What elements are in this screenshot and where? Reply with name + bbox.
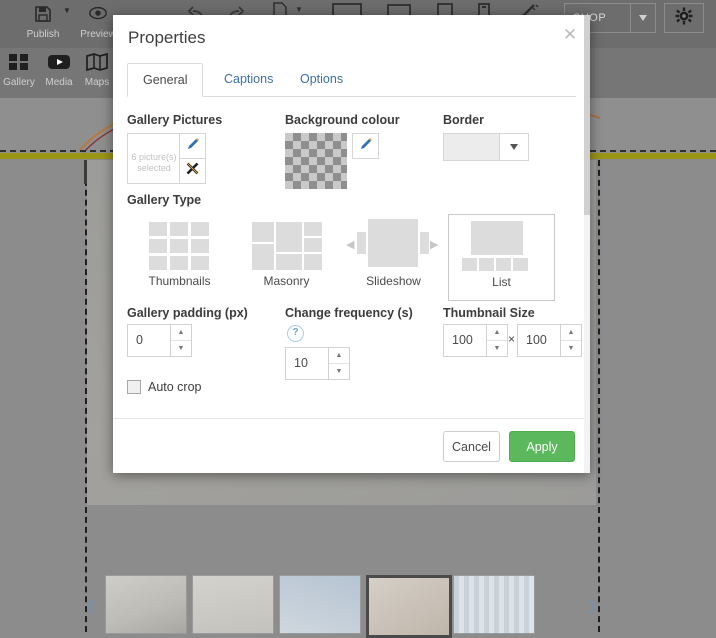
- chevron-left-icon[interactable]: ❮: [85, 597, 97, 614]
- caret-up-icon[interactable]: ▲: [487, 325, 507, 341]
- gallery-type-masonry[interactable]: Masonry: [234, 214, 339, 299]
- gallery-type-options: Thumbnails Masonry ◀ ▶ Slideshow List: [127, 214, 577, 301]
- caret-up-icon[interactable]: ▲: [171, 325, 191, 341]
- dialog-header: Properties ✕: [113, 15, 590, 63]
- question-mark-icon[interactable]: ?: [287, 325, 304, 342]
- thumbnail-size-label: Thumbnail Size: [443, 306, 535, 320]
- change-frequency-arrows: ▲ ▼: [328, 348, 349, 379]
- dialog-title: Properties: [128, 28, 206, 47]
- dialog-footer: Cancel Apply: [113, 418, 590, 473]
- slideshow-icon: ◀ ▶: [341, 214, 446, 274]
- caret-down-icon[interactable]: ▼: [487, 341, 507, 356]
- publish-caret-icon[interactable]: ▼: [63, 6, 71, 15]
- cancel-button[interactable]: Cancel: [443, 431, 500, 462]
- gallery-type-thumbnails[interactable]: Thumbnails: [127, 214, 232, 299]
- gallery-type-thumbnails-label: Thumbnails: [148, 274, 211, 288]
- x-icon: [186, 162, 199, 180]
- tab-captions[interactable]: Captions: [209, 63, 288, 95]
- toolbar-publish-button[interactable]: Publish: [18, 4, 68, 40]
- change-frequency-stepper[interactable]: 10 ▲ ▼: [285, 347, 350, 380]
- thumbnail-item[interactable]: [453, 575, 535, 634]
- background-colour-edit-button[interactable]: [352, 133, 379, 159]
- thumbnail-height-stepper[interactable]: 100 ▲ ▼: [517, 324, 582, 357]
- gallery-type-list[interactable]: List: [448, 214, 555, 301]
- thumbnail-size-separator: ×: [508, 332, 516, 346]
- thumbnail-width-value[interactable]: 100: [444, 325, 486, 355]
- dialog-tabs: General Captions Options: [127, 63, 576, 97]
- list-layout-icon: [449, 215, 554, 275]
- properties-dialog: Properties ✕ General Captions Options Ga…: [113, 15, 590, 473]
- border-select-value: [444, 134, 499, 160]
- gallery-padding-label: Gallery padding (px): [127, 306, 248, 320]
- gallery-padding-stepper[interactable]: 0 ▲ ▼: [127, 324, 192, 357]
- triangle-right-icon: ▶: [430, 239, 439, 251]
- dialog-scrollbar-thumb[interactable]: [584, 15, 590, 215]
- gallery-thumbnail-strip: ❮ ❯: [85, 575, 598, 638]
- masonry-grid-icon: [234, 214, 339, 274]
- gallery-pictures-edit-button[interactable]: [179, 133, 206, 159]
- chevron-right-icon[interactable]: ❯: [586, 597, 598, 614]
- image-bottom-fade: [87, 505, 596, 565]
- change-frequency-value[interactable]: 10: [286, 348, 328, 378]
- thumbnail-height-arrows: ▲ ▼: [560, 325, 581, 356]
- caret-down-icon[interactable]: ▼: [171, 341, 191, 356]
- gallery-padding-arrows: ▲ ▼: [170, 325, 191, 356]
- triangle-left-icon: ◀: [346, 239, 355, 251]
- thumbnail-item[interactable]: [192, 575, 274, 634]
- auto-crop-checkbox[interactable]: [127, 380, 141, 394]
- gallery-padding-value[interactable]: 0: [128, 325, 170, 355]
- apply-button[interactable]: Apply: [509, 431, 575, 462]
- thumbnail-height-value[interactable]: 100: [518, 325, 560, 355]
- gallery-pictures-label: Gallery Pictures: [127, 113, 223, 127]
- caret-down-icon[interactable]: ▼: [561, 341, 581, 356]
- chevron-down-icon[interactable]: [499, 134, 528, 160]
- caret-up-icon[interactable]: ▲: [329, 348, 349, 364]
- toolbar-publish-label: Publish: [26, 29, 60, 40]
- gallery-pictures-status-text: 6 picture(s) selected: [131, 152, 177, 173]
- selection-dash-right: [598, 160, 600, 632]
- gallery-type-slideshow[interactable]: ◀ ▶ Slideshow: [341, 214, 446, 299]
- gear-icon: [675, 7, 693, 30]
- thumbnail-width-arrows: ▲ ▼: [486, 325, 507, 356]
- tab-options[interactable]: Options: [285, 63, 358, 95]
- dialog-scrollbar[interactable]: [584, 15, 590, 473]
- settings-gear-button[interactable]: [664, 3, 704, 33]
- thumbnail-item[interactable]: [105, 575, 187, 634]
- gallery-pictures-status-box[interactable]: 6 picture(s) selected: [127, 133, 181, 184]
- background-colour-label: Background colour: [285, 113, 400, 127]
- chevron-down-icon[interactable]: [630, 4, 655, 32]
- tab-general[interactable]: General: [127, 63, 204, 97]
- gallery-type-label: Gallery Type: [127, 193, 202, 207]
- thumbnails-grid-icon: [127, 214, 232, 274]
- gallery-type-masonry-label: Masonry: [263, 274, 310, 288]
- gallery-pictures-remove-button[interactable]: [179, 158, 206, 184]
- caret-down-icon[interactable]: ▼: [329, 364, 349, 379]
- auto-crop-checkbox-row[interactable]: Auto crop: [127, 380, 202, 394]
- thumbnail-item[interactable]: [279, 575, 361, 634]
- close-icon[interactable]: ✕: [560, 25, 580, 45]
- pencil-icon: [186, 137, 200, 156]
- auto-crop-label: Auto crop: [148, 380, 202, 394]
- thumbnail-item-selected[interactable]: [366, 575, 452, 638]
- gallery-type-slideshow-label: Slideshow: [366, 274, 421, 288]
- gallery-type-list-label: List: [492, 275, 511, 289]
- change-frequency-label: Change frequency (s): [285, 306, 413, 320]
- pencil-icon: [359, 137, 373, 156]
- caret-up-icon[interactable]: ▲: [561, 325, 581, 341]
- background-colour-swatch[interactable]: [285, 133, 347, 189]
- border-label: Border: [443, 113, 484, 127]
- thumbnail-width-stepper[interactable]: 100 ▲ ▼: [443, 324, 508, 357]
- border-select[interactable]: [443, 133, 529, 161]
- save-disk-icon: [18, 4, 68, 27]
- page-caret-icon[interactable]: ▼: [295, 5, 303, 14]
